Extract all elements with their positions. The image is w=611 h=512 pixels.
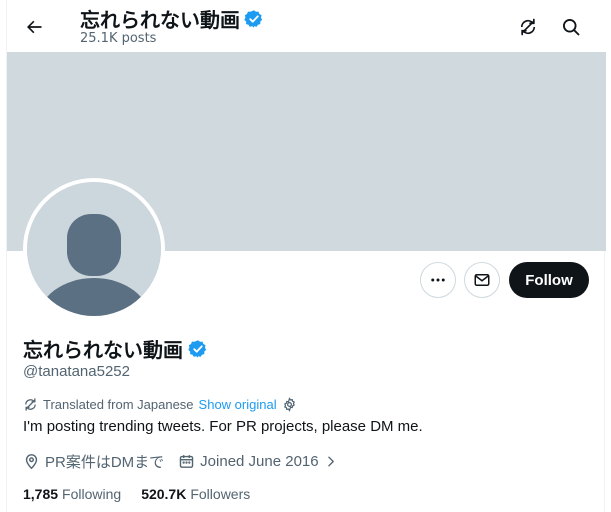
profile-header: 忘れられない動画 25.1K posts [7, 0, 606, 52]
translated-label: Translated from Japanese [43, 397, 194, 412]
translate-button[interactable] [511, 10, 545, 44]
show-original-link[interactable]: Show original [199, 397, 277, 412]
location-text: PR案件はDMまで [45, 454, 165, 471]
translation-notice: Translated from Japanese Show original [23, 397, 297, 412]
profile-handle: @tanatana5252 [23, 363, 130, 380]
follow-counts: 1,785 Following 520.7K Followers [23, 486, 250, 502]
translate-icon [25, 398, 36, 411]
followers-label: Followers [190, 486, 251, 502]
back-button[interactable] [17, 10, 51, 44]
header-title-text: 忘れられない動画 [80, 8, 240, 32]
following-label: Following [62, 486, 122, 502]
location-item: PR案件はDMまで [23, 451, 164, 472]
more-button[interactable] [420, 262, 456, 298]
chevron-right-icon [327, 456, 334, 467]
profile-bio: I'm posting trending tweets. For PR proj… [23, 418, 423, 435]
search-button[interactable] [554, 10, 588, 44]
following-link[interactable]: 1,785 Following [23, 486, 121, 502]
header-title: 忘れられない動画 [80, 4, 264, 33]
following-count: 1,785 [23, 486, 59, 502]
followers-link[interactable]: 520.7K Followers [141, 486, 250, 502]
arrow-left-icon [27, 20, 42, 34]
mail-icon [474, 274, 490, 286]
joined-item[interactable]: Joined June 2016 [178, 453, 336, 470]
follow-button[interactable]: Follow [509, 262, 589, 298]
more-icon [431, 278, 445, 282]
verified-badge-icon [244, 9, 263, 28]
verified-badge-icon[interactable] [188, 339, 208, 359]
profile-name: 忘れられない動画 [23, 334, 208, 363]
search-icon [563, 19, 580, 36]
default-avatar-icon [27, 182, 161, 316]
calendar-icon [179, 455, 194, 468]
profile-meta: PR案件はDMまで Joined June 2016 [23, 451, 347, 472]
profile-name-text: 忘れられない動画 [23, 338, 183, 362]
avatar[interactable] [23, 178, 165, 320]
post-count: 25.1K posts [80, 31, 157, 46]
gear-icon[interactable] [282, 397, 297, 412]
message-button[interactable] [464, 262, 500, 298]
location-icon [25, 454, 38, 470]
profile-page: 忘れられない動画 25.1K posts Follow 忘れられない動画 @ta… [6, 0, 606, 512]
joined-text: Joined June 2016 [200, 453, 319, 470]
followers-count: 520.7K [141, 486, 187, 502]
translate-icon [520, 18, 536, 36]
